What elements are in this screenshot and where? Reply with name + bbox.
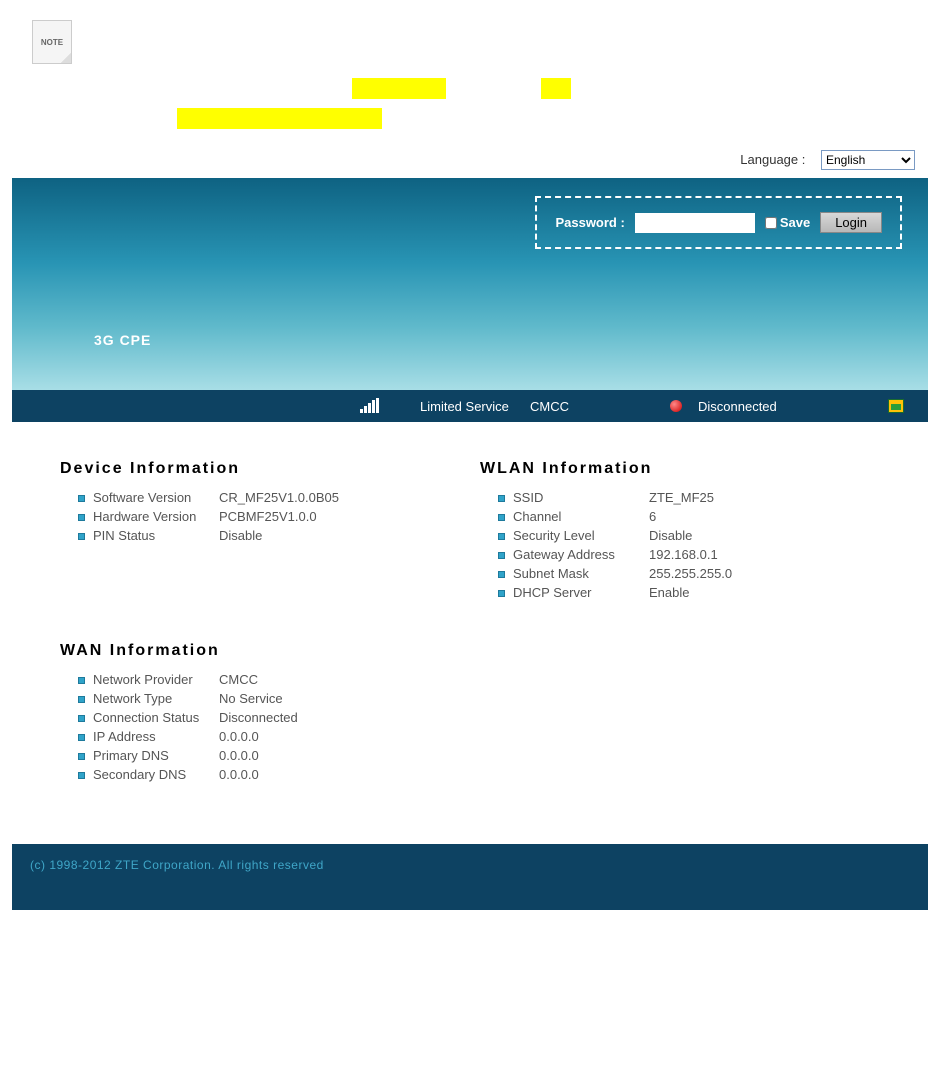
bullet-icon xyxy=(78,715,85,722)
info-value: Enable xyxy=(649,585,689,600)
bullet-icon xyxy=(78,514,85,521)
wan-info-section: WAN Information Network Provider CMCC Ne… xyxy=(60,642,460,784)
bullet-icon xyxy=(498,552,505,559)
password-input[interactable] xyxy=(635,213,755,233)
bullet-icon xyxy=(78,734,85,741)
info-row: Network Provider CMCC xyxy=(60,670,460,689)
status-dot-icon xyxy=(670,400,682,412)
info-label: Gateway Address xyxy=(513,547,641,562)
info-value: PCBMF25V1.0.0 xyxy=(219,509,317,524)
info-label: Connection Status xyxy=(93,710,211,725)
info-label: Subnet Mask xyxy=(513,566,641,581)
info-row: Channel 6 xyxy=(480,507,880,526)
save-label: Save xyxy=(780,215,810,230)
highlight xyxy=(541,78,571,99)
info-value: 0.0.0.0 xyxy=(219,729,259,744)
info-row: Primary DNS 0.0.0.0 xyxy=(60,746,460,765)
info-value: 0.0.0.0 xyxy=(219,748,259,763)
info-row: Network Type No Service xyxy=(60,689,460,708)
login-box: Password : Save Login xyxy=(535,196,902,249)
info-label: Secondary DNS xyxy=(93,767,211,782)
info-value: CR_MF25V1.0.0B05 xyxy=(219,490,339,505)
language-select[interactable]: English xyxy=(821,150,915,170)
info-value: Disable xyxy=(219,528,262,543)
info-value: CMCC xyxy=(219,672,258,687)
info-value: 192.168.0.1 xyxy=(649,547,718,562)
info-label: Primary DNS xyxy=(93,748,211,763)
header-band: Password : Save Login 3G CPE xyxy=(12,178,928,390)
password-label: Password : xyxy=(555,215,624,230)
info-label: Network Type xyxy=(93,691,211,706)
info-row: PIN Status Disable xyxy=(60,526,460,545)
note-icon: NOTE xyxy=(32,20,72,64)
info-value: Disable xyxy=(649,528,692,543)
info-row: Software Version CR_MF25V1.0.0B05 xyxy=(60,488,460,507)
device-info-section: Device Information Software Version CR_M… xyxy=(60,460,460,602)
info-label: DHCP Server xyxy=(513,585,641,600)
info-label: SSID xyxy=(513,490,641,505)
bullet-icon xyxy=(78,495,85,502)
bullet-icon xyxy=(498,495,505,502)
highlight xyxy=(352,78,446,99)
info-label: Security Level xyxy=(513,528,641,543)
highlight xyxy=(177,108,382,129)
info-value: ZTE_MF25 xyxy=(649,490,714,505)
content-area: Device Information Software Version CR_M… xyxy=(0,422,940,824)
bullet-icon xyxy=(78,677,85,684)
section-title: WAN Information xyxy=(60,642,460,660)
info-row: Subnet Mask 255.255.255.0 xyxy=(480,564,880,583)
status-service: Limited Service xyxy=(420,399,530,414)
bullet-icon xyxy=(78,533,85,540)
info-label: IP Address xyxy=(93,729,211,744)
info-value: 6 xyxy=(649,509,656,524)
info-row: Gateway Address 192.168.0.1 xyxy=(480,545,880,564)
note-icon-text: NOTE xyxy=(41,38,63,47)
info-value: 0.0.0.0 xyxy=(219,767,259,782)
bullet-icon xyxy=(78,772,85,779)
info-value: 255.255.255.0 xyxy=(649,566,732,581)
status-bar: Limited Service CMCC Disconnected xyxy=(12,390,928,422)
section-title: Device Information xyxy=(60,460,460,478)
login-button[interactable]: Login xyxy=(820,212,882,233)
bullet-icon xyxy=(498,590,505,597)
status-carrier: CMCC xyxy=(530,399,670,414)
info-label: Channel xyxy=(513,509,641,524)
bullet-icon xyxy=(498,514,505,521)
bullet-icon xyxy=(78,753,85,760)
note-region: NOTE xyxy=(0,0,940,140)
save-checkbox[interactable] xyxy=(765,217,777,229)
info-row: SSID ZTE_MF25 xyxy=(480,488,880,507)
language-row: Language : English xyxy=(0,140,940,178)
info-label: Hardware Version xyxy=(93,509,211,524)
signal-icon xyxy=(360,398,379,413)
wlan-info-section: WLAN Information SSID ZTE_MF25 Channel 6… xyxy=(480,460,880,602)
info-label: Network Provider xyxy=(93,672,211,687)
info-row: Hardware Version PCBMF25V1.0.0 xyxy=(60,507,460,526)
bullet-icon xyxy=(78,696,85,703)
section-title: WLAN Information xyxy=(480,460,880,478)
info-row: Security Level Disable xyxy=(480,526,880,545)
save-checkbox-wrap[interactable]: Save xyxy=(765,215,810,230)
brand-title: 3G CPE xyxy=(94,332,151,348)
info-label: PIN Status xyxy=(93,528,211,543)
info-value: Disconnected xyxy=(219,710,298,725)
language-label: Language : xyxy=(740,152,805,167)
info-row: Secondary DNS 0.0.0.0 xyxy=(60,765,460,784)
status-connection: Disconnected xyxy=(698,399,808,414)
bullet-icon xyxy=(498,571,505,578)
image-icon xyxy=(888,399,904,413)
info-value: No Service xyxy=(219,691,283,706)
bullet-icon xyxy=(498,533,505,540)
info-row: DHCP Server Enable xyxy=(480,583,880,602)
info-row: IP Address 0.0.0.0 xyxy=(60,727,460,746)
footer: (c) 1998-2012 ZTE Corporation. All right… xyxy=(12,844,928,910)
info-row: Connection Status Disconnected xyxy=(60,708,460,727)
info-label: Software Version xyxy=(93,490,211,505)
